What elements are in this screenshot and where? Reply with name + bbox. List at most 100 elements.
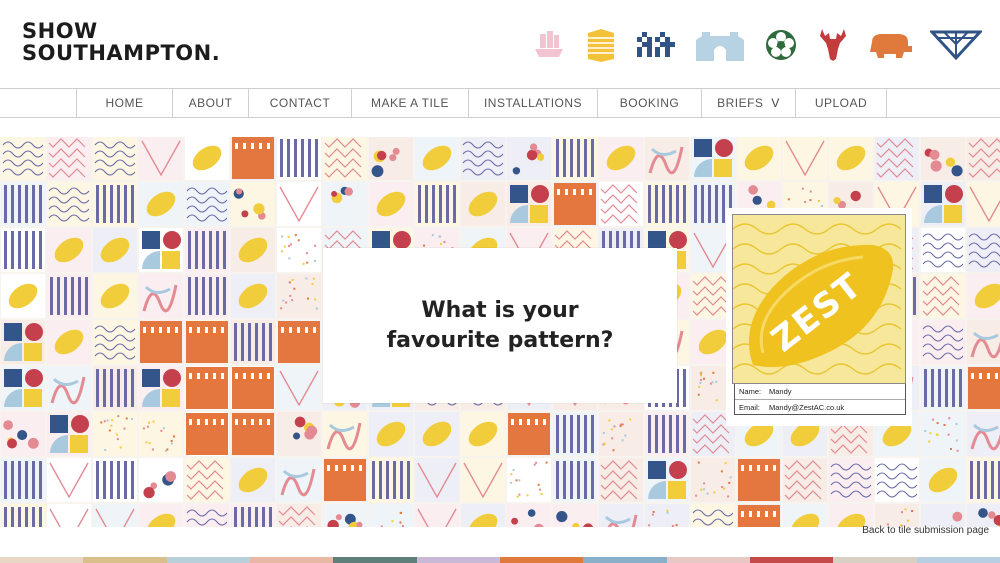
pattern-tile: [507, 182, 551, 226]
pattern-tile: [829, 504, 873, 527]
pattern-tile: [139, 320, 183, 364]
pattern-tile: [967, 137, 1000, 180]
pattern-tile: [829, 458, 873, 502]
pattern-tile: [185, 137, 229, 180]
pattern-tile: [277, 320, 321, 364]
nav-item-briefs-label: BRIEFS: [717, 96, 764, 110]
pattern-tile: [875, 137, 919, 180]
pattern-tile: [875, 458, 919, 502]
email-label: Email:: [739, 402, 760, 412]
pattern-tile: [599, 182, 643, 226]
pattern-tile: [185, 366, 229, 410]
pattern-tile: [277, 458, 321, 502]
question-heading: What is your favourite pattern?: [386, 297, 614, 353]
pattern-tile: [323, 137, 367, 180]
featured-tile-card[interactable]: ZEST Name: Mandy Email: Mandy@ZestAC.co.…: [726, 208, 912, 426]
pattern-tile: [277, 274, 321, 318]
pattern-tile: [139, 504, 183, 527]
pattern-tile: [277, 366, 321, 410]
pattern-tile: [645, 458, 689, 502]
pattern-tile: [1, 504, 45, 527]
pattern-tile: [1, 458, 45, 502]
pattern-tile: [921, 182, 965, 226]
pattern-tile: [185, 228, 229, 272]
pattern-tile: [323, 182, 367, 226]
pattern-tile: [967, 458, 1000, 502]
pattern-tile: [921, 504, 965, 527]
pattern-tile: [507, 458, 551, 502]
pattern-tile: [369, 504, 413, 527]
pattern-tile: [875, 504, 919, 527]
blue-pixel-houses-icon: [637, 32, 675, 57]
pattern-tile: [645, 412, 689, 456]
pattern-tile: [461, 458, 505, 502]
pattern-tile: [47, 366, 91, 410]
back-to-submission-link[interactable]: Back to tile submission page: [862, 525, 989, 536]
pattern-tile: [369, 182, 413, 226]
pattern-tile: [1, 320, 45, 364]
pattern-tile: [1, 412, 45, 456]
pattern-tile: [553, 412, 597, 456]
pattern-tile: [277, 412, 321, 456]
nav-item-booking[interactable]: BOOKING: [598, 89, 702, 117]
pattern-tile: [461, 137, 505, 180]
pattern-tile: [553, 137, 597, 180]
stacked-stripes-icon: [588, 29, 614, 62]
pattern-tile: [921, 458, 965, 502]
nav-item-make-a-tile[interactable]: MAKE A TILE: [352, 89, 469, 117]
pattern-tile: [461, 412, 505, 456]
pattern-tile: [185, 412, 229, 456]
pattern-tile: [967, 274, 1000, 318]
pattern-tile: [507, 137, 551, 180]
pattern-tile: [967, 228, 1000, 272]
pattern-tile: [93, 366, 137, 410]
logo-line-1: SHOW: [22, 19, 98, 43]
pattern-tile: [1, 228, 45, 272]
pattern-tile: [783, 137, 827, 180]
nav-item-home[interactable]: HOME: [77, 89, 173, 117]
nav-item-upload[interactable]: UPLOAD: [796, 89, 887, 117]
site-logo[interactable]: SHOW SOUTHAMPTON.: [22, 20, 220, 64]
name-label: Name:: [739, 387, 762, 396]
tile-email-row: Email: Mandy@ZestAC.co.uk: [735, 399, 905, 414]
pattern-tile: [47, 458, 91, 502]
tile-info-table: Name: Mandy Email: Mandy@ZestAC.co.uk: [734, 384, 906, 415]
pattern-tile: [599, 458, 643, 502]
pattern-tile: [185, 504, 229, 527]
nav-bar: HOME ABOUT CONTACT MAKE A TILE INSTALLAT…: [76, 89, 887, 117]
pattern-tile: [461, 504, 505, 527]
name-value: Mandy: [769, 387, 792, 396]
logo-line-2: SOUTHAMPTON.: [22, 41, 221, 65]
pattern-tile: [231, 458, 275, 502]
nav-item-contact[interactable]: CONTACT: [249, 89, 352, 117]
pattern-tile: [691, 458, 735, 502]
pattern-tile: [461, 182, 505, 226]
nav-item-briefs[interactable]: BRIEFS V: [702, 89, 796, 117]
pattern-tile: [415, 504, 459, 527]
pattern-tile: [93, 458, 137, 502]
pattern-tile: [415, 182, 459, 226]
pattern-tile: [921, 274, 965, 318]
pattern-tile: [599, 412, 643, 456]
pattern-tile: [599, 137, 643, 180]
pattern-tile: [93, 274, 137, 318]
pattern-tile: [185, 274, 229, 318]
pattern-tile: [139, 274, 183, 318]
pattern-tile: [967, 366, 1000, 410]
pattern-tile: [967, 412, 1000, 456]
nav-item-installations[interactable]: INSTALLATIONS: [469, 89, 598, 117]
nav-item-about[interactable]: ABOUT: [173, 89, 249, 117]
pattern-tile: [47, 412, 91, 456]
pattern-tile: [231, 182, 275, 226]
pattern-tile: [1, 366, 45, 410]
pattern-tile: [645, 137, 689, 180]
pattern-tile: [507, 412, 551, 456]
main-nav: HOME ABOUT CONTACT MAKE A TILE INSTALLAT…: [0, 88, 1000, 118]
pattern-tile: [415, 412, 459, 456]
pattern-tile: [553, 182, 597, 226]
pattern-tile: [691, 137, 735, 180]
pattern-tile: [47, 504, 91, 527]
pattern-tile: [829, 137, 873, 180]
question-card: What is your favourite pattern?: [323, 248, 677, 403]
pattern-tile: [645, 182, 689, 226]
